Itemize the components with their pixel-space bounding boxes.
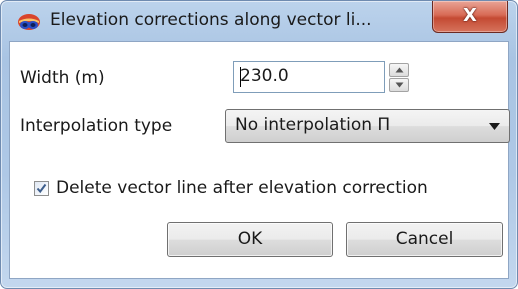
width-spinner[interactable] xyxy=(389,63,409,93)
app-logo-icon xyxy=(16,13,42,33)
ok-button[interactable]: OK xyxy=(167,222,333,257)
window-title: Elevation corrections along vector li... xyxy=(50,10,372,30)
delete-line-label[interactable]: Delete vector line after elevation corre… xyxy=(56,178,428,198)
close-icon: X xyxy=(463,5,477,26)
dialog-window: Elevation corrections along vector li...… xyxy=(0,0,518,289)
width-label: Width (m) xyxy=(20,68,105,88)
title-bar[interactable]: Elevation corrections along vector li...… xyxy=(1,1,517,41)
spin-up-button[interactable] xyxy=(389,63,409,77)
interpolation-label: Interpolation type xyxy=(20,116,173,136)
checkmark-icon xyxy=(36,183,47,194)
spin-down-icon xyxy=(395,82,404,88)
cancel-button[interactable]: Cancel xyxy=(346,222,503,257)
width-value: 230.0 xyxy=(240,66,289,86)
interpolation-selected-value: No interpolation П xyxy=(235,115,391,135)
spin-up-icon xyxy=(395,67,404,73)
dialog-body: Width (m) 230.0 Interpolation type No in… xyxy=(9,41,510,279)
text-caret xyxy=(240,67,241,87)
interpolation-select[interactable]: No interpolation П xyxy=(225,109,510,143)
spin-down-button[interactable] xyxy=(389,78,409,92)
width-input[interactable]: 230.0 xyxy=(233,61,385,93)
dropdown-arrow-icon xyxy=(489,123,500,130)
close-button[interactable]: X xyxy=(432,1,508,33)
delete-line-checkbox[interactable] xyxy=(34,181,49,196)
